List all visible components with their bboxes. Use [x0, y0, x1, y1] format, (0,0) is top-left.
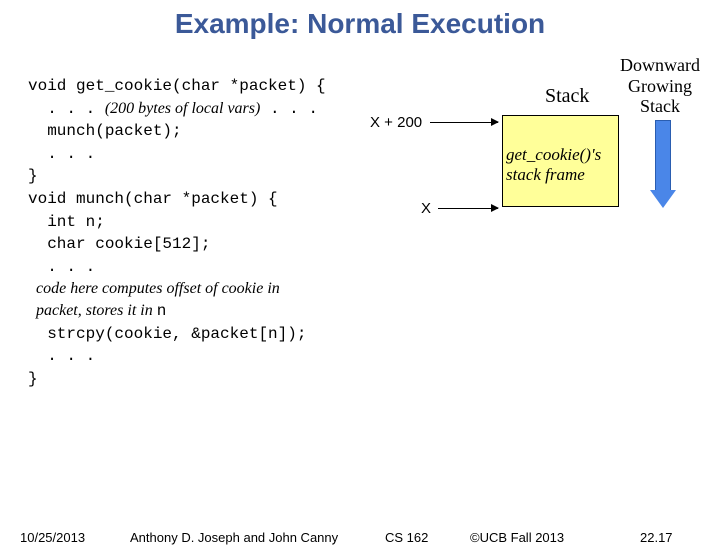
dgs-line: Downward [620, 55, 700, 76]
code-line: . . . [28, 347, 95, 365]
x-label: X [421, 200, 431, 217]
footer-page: 22.17 [640, 530, 673, 545]
downward-growing-stack-label: Downward Growing Stack [620, 55, 700, 117]
code-line: munch(packet); [28, 122, 182, 140]
dgs-line: Stack [620, 96, 700, 117]
code-block: void get_cookie(char *packet) { . . . (2… [28, 75, 326, 390]
frame-line: get_cookie()'s [506, 145, 601, 165]
code-line: void munch(char *packet) { [28, 190, 278, 208]
code-line: int n; [28, 213, 105, 231]
frame-line: stack frame [506, 165, 601, 185]
footer-course: CS 162 [385, 530, 428, 545]
code-comment: (200 bytes of local vars) [105, 100, 261, 117]
code-var: n [157, 302, 167, 320]
downward-arrow-head [650, 190, 676, 208]
slide-title: Example: Normal Execution [0, 0, 720, 40]
code-line: } [28, 370, 38, 388]
code-comment: code here computes offset of cookie in [28, 280, 280, 297]
arrow-x [438, 208, 498, 209]
code-line: . . . [28, 100, 105, 118]
code-line: strcpy(cookie, &packet[n]); [28, 325, 306, 343]
footer-copyright: ©UCB Fall 2013 [470, 530, 564, 545]
code-line: . . . [28, 258, 95, 276]
stack-label: Stack [545, 85, 589, 108]
dgs-line: Growing [620, 76, 700, 97]
arrow-x200 [430, 122, 498, 123]
code-comment: packet, stores it in [28, 302, 157, 319]
code-line: . . . [28, 145, 95, 163]
footer-date: 10/25/2013 [20, 530, 85, 545]
code-line: . . . [260, 100, 318, 118]
code-line: void get_cookie(char *packet) { [28, 77, 326, 95]
code-line: } [28, 167, 38, 185]
code-line: char cookie[512]; [28, 235, 210, 253]
x-plus-200-label: X + 200 [370, 114, 422, 131]
footer-authors: Anthony D. Joseph and John Canny [130, 530, 338, 545]
downward-arrow-body [655, 120, 671, 192]
stack-frame-text: get_cookie()'s stack frame [506, 145, 601, 184]
